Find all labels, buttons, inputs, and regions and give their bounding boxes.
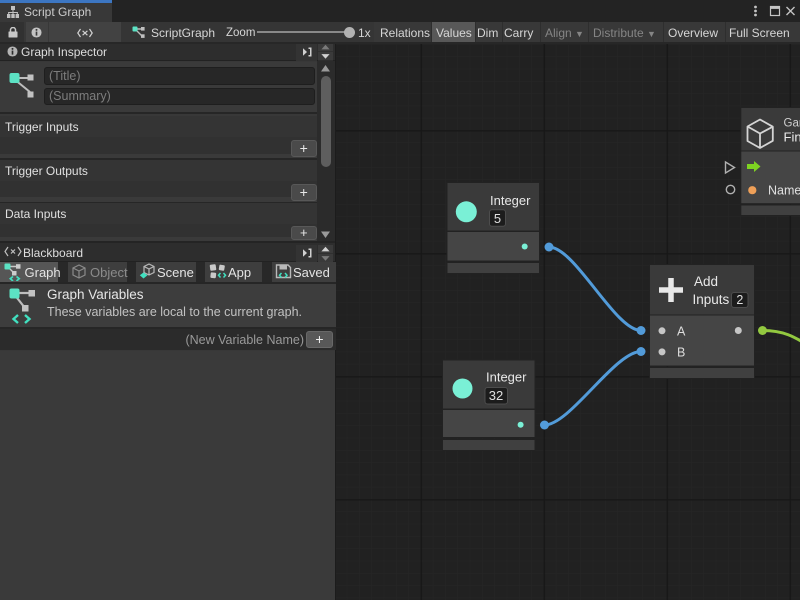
svg-text:Find: Find [784,130,800,145]
svg-text:Game: Game [784,118,800,130]
svg-text:Add: Add [694,274,718,289]
svg-text:Integer: Integer [490,193,531,208]
svg-text:A: A [677,325,686,339]
svg-text:32: 32 [489,388,503,403]
svg-text:5: 5 [494,211,501,226]
svg-text:2: 2 [736,293,743,307]
svg-text:Name: Name [768,184,800,198]
svg-text:Integer: Integer [486,370,527,385]
svg-text:B: B [677,346,685,360]
svg-text:Inputs: Inputs [693,292,730,307]
